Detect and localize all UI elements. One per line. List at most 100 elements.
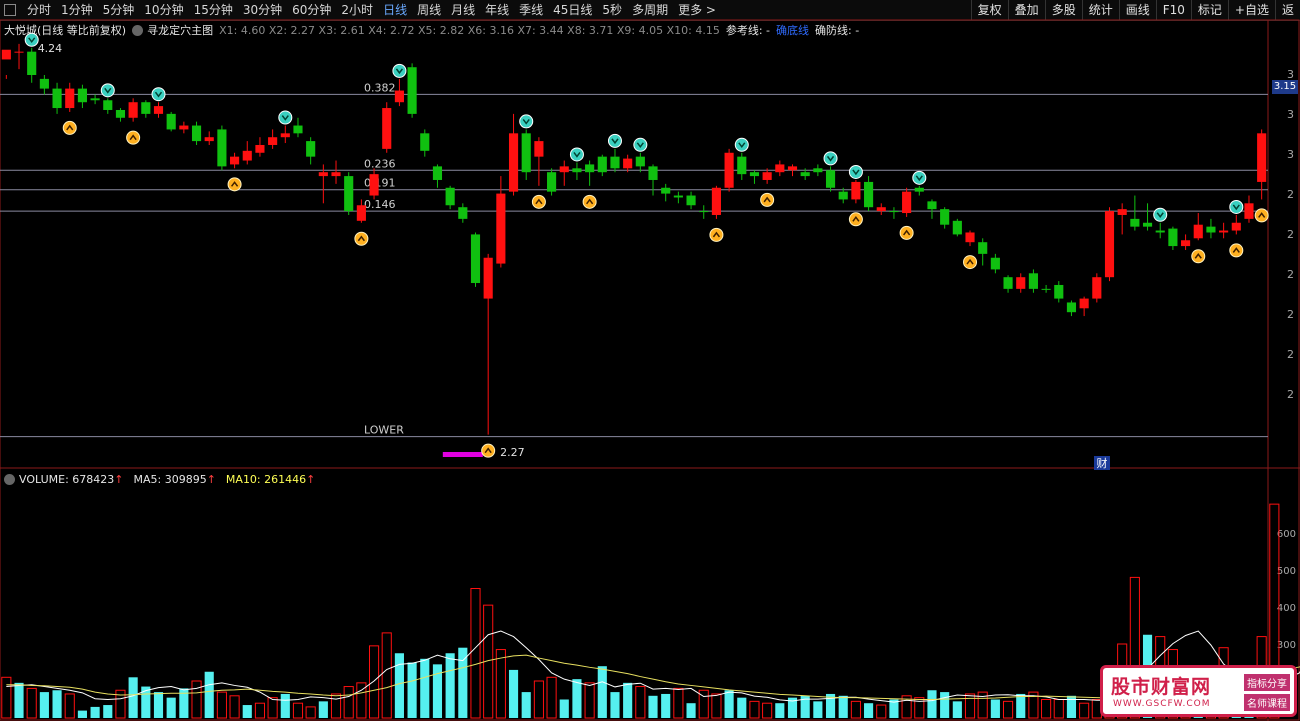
volume-bar [838,695,848,718]
volume-bar [1053,699,1064,719]
buy-signal-icon [354,231,369,246]
candle-body [280,133,290,138]
volume-bar [292,702,304,719]
volume-bar [521,692,531,718]
candle-body [1003,277,1013,289]
sell-signal-icon [633,137,648,152]
candle-body [90,98,100,101]
volume-bar [737,697,747,718]
volume-bar [533,680,544,719]
buy-signal-icon [62,120,77,135]
volume-bar [330,693,342,719]
candle-body [496,193,506,264]
volume-bar [52,690,62,718]
candle-body [1104,211,1115,278]
watermark-badge-share: 指标分享 [1244,674,1290,691]
sell-signal-icon [1229,199,1244,214]
fib-label-fib_0146: 0.146 [364,198,396,211]
candle-body [191,125,202,142]
sell-signal-icon [278,110,293,125]
candle-body [1142,222,1153,227]
sell-signal-icon [151,87,166,102]
candle-body [927,201,937,210]
candle-body [965,232,975,243]
candlestick-chart[interactable]: 0.3820.2360.1910.146LOWER3332222224.242.… [0,0,1300,721]
candle-body [534,141,544,157]
volume-bar [90,706,100,718]
candle-body [749,172,760,177]
candle-body [787,166,798,171]
candle-body [394,90,404,103]
low-price-label: 2.27 [500,446,525,459]
candle-body [65,88,75,109]
candle-body [864,181,874,208]
volume-bar [280,693,290,718]
volume-bar [495,649,506,719]
buy-signal-icon [126,130,141,145]
volume-bar [229,695,240,719]
candle-body [610,156,620,169]
volume-bar [153,692,164,718]
fib-label-fib_0382: 0.382 [364,81,396,94]
candle-body [623,158,633,169]
candle-body [103,100,113,110]
volume-bar [166,697,176,718]
candle-body [1231,222,1241,231]
cai-badge: 财 [1097,456,1108,470]
candle-body [762,172,772,180]
volume-bar [242,705,252,718]
volume-bar [77,710,87,718]
candle-body [940,209,950,225]
volume-bar [216,691,227,719]
candle-body [470,234,481,284]
volume-bar [381,632,392,719]
candle-body [876,207,886,212]
candle-body [1168,228,1178,247]
candle-body [115,109,126,118]
candle-body [458,207,468,219]
candle-body [737,156,747,175]
buy-signal-icon [227,177,242,192]
volume-bar [470,588,481,719]
candle-body [407,67,417,114]
candle-body [547,172,557,192]
volume-bar [610,692,620,718]
volume-bar [990,699,1000,718]
candle-body [128,102,138,118]
volume-bar [420,658,430,718]
volume-bar [305,706,316,719]
candle-body [572,168,582,173]
sell-signal-icon [912,170,927,185]
candle-body [356,205,366,221]
volume-axis-tick: 300 [1277,640,1296,651]
candle-body [661,187,671,194]
current-price-badge: 3.15 [1272,80,1298,94]
volume-bar [648,695,658,718]
candle-body [825,170,836,188]
candle-body [990,257,1000,270]
sell-signal-icon [519,114,534,129]
candle-body [1130,218,1140,227]
candle-body [902,191,912,214]
chart-frame [0,19,1300,721]
candle-body [293,125,303,134]
price-axis-tick: 2 [1287,268,1294,281]
buy-signal-icon [1254,208,1269,223]
candle-body [686,195,696,206]
candle-body [1054,284,1064,299]
candle-body [52,88,62,109]
candle-body [483,257,493,299]
candle-body [724,152,734,188]
candle-body [673,195,683,198]
buy-signal-icon [481,443,496,458]
candle-body [1257,133,1267,182]
volume-bar [623,682,633,718]
volume-bar [964,693,976,719]
sell-signal-icon [823,151,838,166]
volume-bar [749,700,760,719]
volume-bar [597,666,607,718]
candle-body [369,174,379,196]
volume-bar [267,697,278,719]
buy-signal-icon [1229,243,1244,258]
buy-signal-icon [531,194,546,209]
